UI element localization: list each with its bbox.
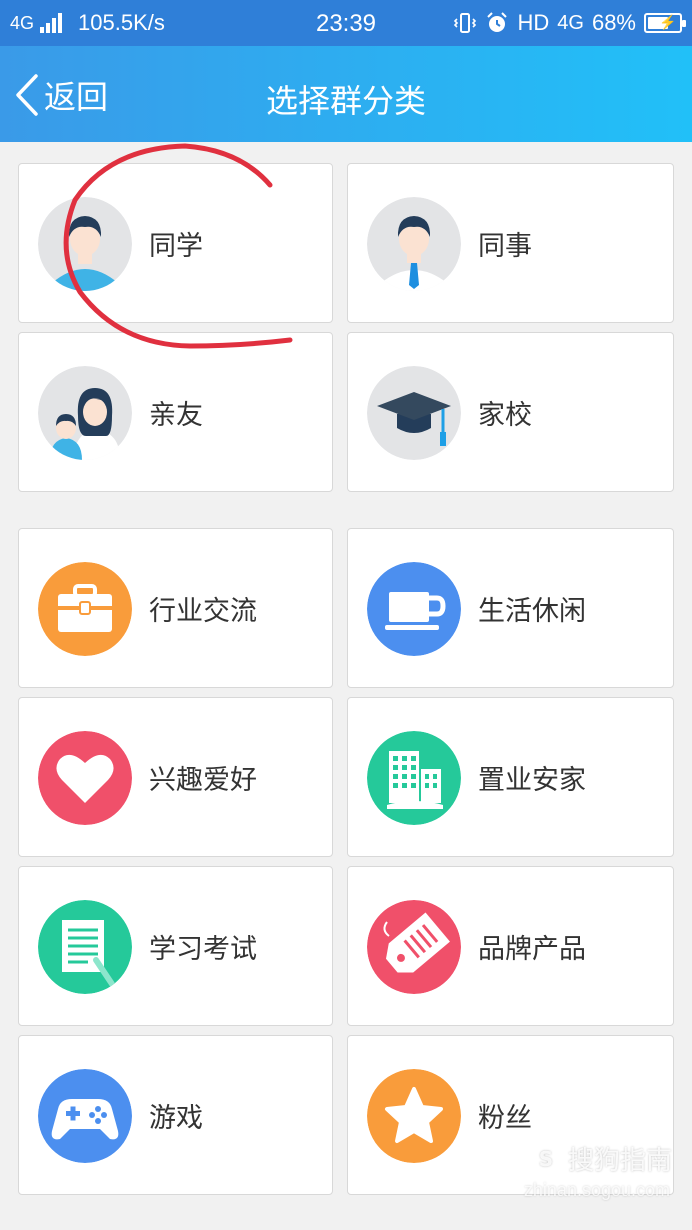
watermark-url: zhinan.sogou.com: [523, 1180, 670, 1200]
category-label: 粉丝: [478, 1103, 532, 1134]
category-leisure[interactable]: 生活休闲: [347, 528, 674, 688]
category-label: 兴趣爱好: [149, 765, 257, 796]
category-label: 学习考试: [149, 934, 257, 965]
briefcase-icon: [38, 562, 132, 656]
category-label: 品牌产品: [478, 934, 586, 965]
sogou-logo-icon: S: [527, 1140, 564, 1177]
category-brand-product[interactable]: 品牌产品: [347, 866, 674, 1026]
category-label: 生活休闲: [478, 596, 586, 627]
category-classmate[interactable]: 同学: [18, 163, 333, 323]
family-avatar-icon: [38, 366, 132, 460]
category-home-school[interactable]: 家校: [347, 332, 674, 492]
price-tag-icon: [367, 900, 461, 994]
category-label: 同事: [478, 231, 532, 262]
category-games[interactable]: 游戏: [18, 1035, 333, 1195]
status-bar: 4G 105.5K/s 23:39 HD 4G 68% ⚡: [0, 0, 692, 46]
classmate-avatar-icon: [38, 197, 132, 291]
star-icon: [367, 1069, 461, 1163]
battery-percent: 68%: [591, 10, 636, 35]
nav-bar: 返回 选择群分类: [0, 46, 692, 142]
gamepad-icon: [38, 1069, 132, 1163]
alarm-icon: [487, 12, 508, 32]
category-label: 置业安家: [478, 765, 586, 796]
buildings-icon: [367, 731, 461, 825]
notebook-icon: [38, 900, 132, 994]
network-type-2: 4G: [557, 11, 584, 34]
vibrate-icon: [454, 13, 477, 33]
category-label: 行业交流: [149, 596, 257, 627]
category-colleague[interactable]: 同事: [347, 163, 674, 323]
colleague-avatar-icon: [367, 197, 461, 291]
hd-label: HD: [517, 10, 550, 35]
category-label: 游戏: [149, 1103, 203, 1134]
category-label: 家校: [478, 400, 532, 431]
battery-icon: ⚡: [644, 13, 686, 33]
page-title: 选择群分类: [265, 82, 426, 120]
coffee-cup-icon: [367, 562, 461, 656]
category-real-estate[interactable]: 置业安家: [347, 697, 674, 857]
category-family[interactable]: 亲友: [18, 332, 333, 492]
category-label: 同学: [149, 231, 203, 262]
category-study-exam[interactable]: 学习考试: [18, 866, 333, 1026]
category-industry-exchange[interactable]: 行业交流: [18, 528, 333, 688]
watermark: S 搜狗指南: [527, 1140, 672, 1177]
category-hobbies[interactable]: 兴趣爱好: [18, 697, 333, 857]
category-label: 亲友: [149, 400, 203, 431]
heart-icon: [38, 731, 132, 825]
watermark-text: 搜狗指南: [567, 1146, 672, 1176]
graduation-cap-icon: [367, 366, 461, 460]
